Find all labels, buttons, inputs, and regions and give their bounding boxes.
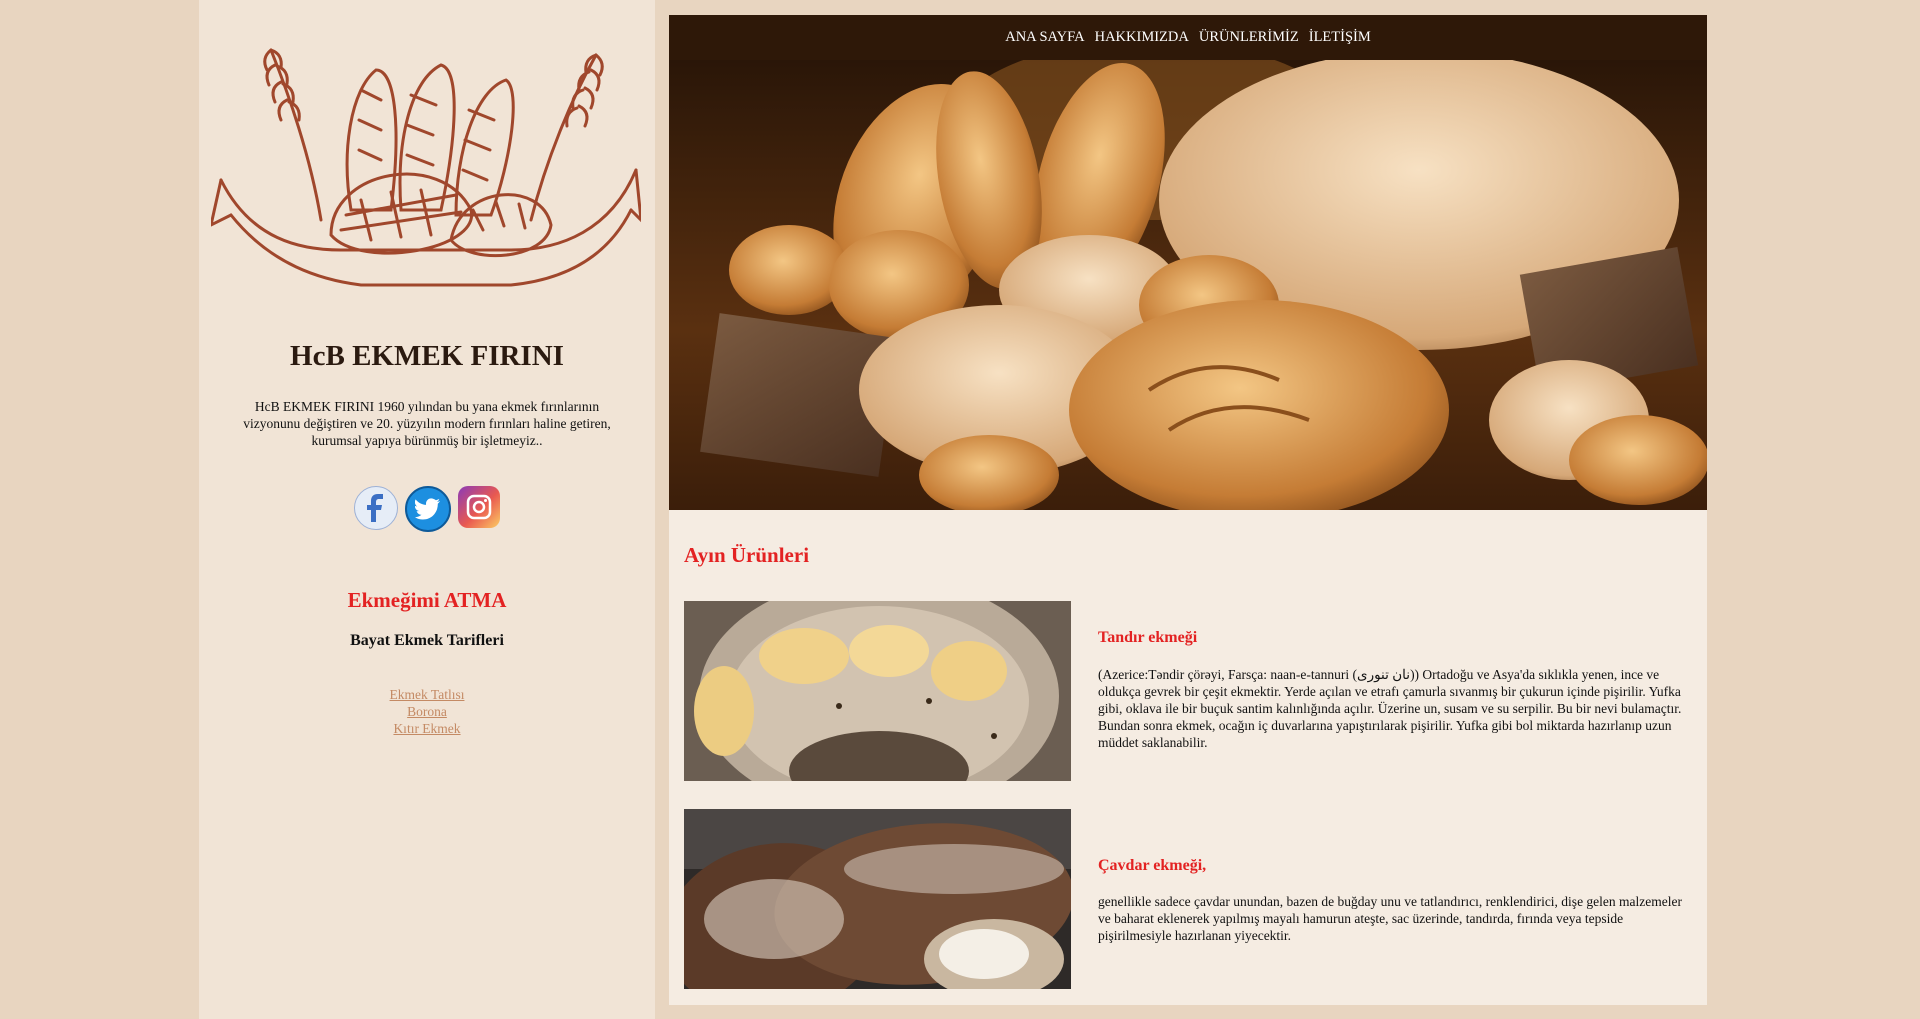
about-text: HcB EKMEK FIRINI 1960 yılından bu yana e… [243,399,611,448]
page-wrapper: HcB EKMEK FIRINI HcB EKMEK FIRINI 1960 y… [199,0,1719,1019]
facebook-icon[interactable] [354,486,398,530]
hero-image [669,60,1707,510]
slogan: Ekmeğimi ATMA [347,588,507,612]
social-links [199,486,655,532]
product-description: (Azerice:Təndir çörəyi, Farsça: naan-e-t… [1098,667,1682,750]
recipe-links: Ekmek Tatlısı Borona Kıtır Ekmek [199,686,655,737]
twitter-icon[interactable] [405,486,451,532]
product-card: Çavdar ekmeği, genellikle sadece çavdar … [684,809,1694,989]
sidebar: HcB EKMEK FIRINI HcB EKMEK FIRINI 1960 y… [199,0,655,1019]
product-title: Çavdar ekmeği, [1098,857,1207,874]
instagram-icon[interactable] [458,486,500,528]
recipe-link-borona[interactable]: Borona [199,703,655,720]
nav-urunlerimiz[interactable]: ÜRÜNLERİMİZ [1199,29,1299,46]
product-description: genellikle sadece çavdar unundan, bazen … [1098,894,1683,943]
product-card: Tandır ekmeği (Azerice:Təndir çörəyi, Fa… [684,601,1694,781]
nav-iletisim[interactable]: İLETİŞİM [1309,29,1371,46]
recipe-link-ekmek-tatlisi[interactable]: Ekmek Tatlısı [199,686,655,703]
main-content: ANA SAYFA HAKKIMIZDA ÜRÜNLERİMİZ İLETİŞİ… [669,15,1707,1005]
product-title: Tandır ekmeği [1098,629,1198,646]
product-image-cavdar [684,809,1071,989]
section-title: Ayın Ürünleri [684,543,810,567]
nav-hakkimizda[interactable]: HAKKIMIZDA [1095,29,1189,46]
top-nav: ANA SAYFA HAKKIMIZDA ÜRÜNLERİMİZ İLETİŞİ… [669,15,1707,60]
brand-title: HcB EKMEK FIRINI [290,340,564,372]
recipe-link-kitir-ekmek[interactable]: Kıtır Ekmek [199,720,655,737]
product-image-tandir [684,601,1071,781]
nav-ana-sayfa[interactable]: ANA SAYFA [1005,29,1084,46]
recipes-title: Bayat Ekmek Tarifleri [350,632,504,649]
bread-logo [208,10,643,310]
